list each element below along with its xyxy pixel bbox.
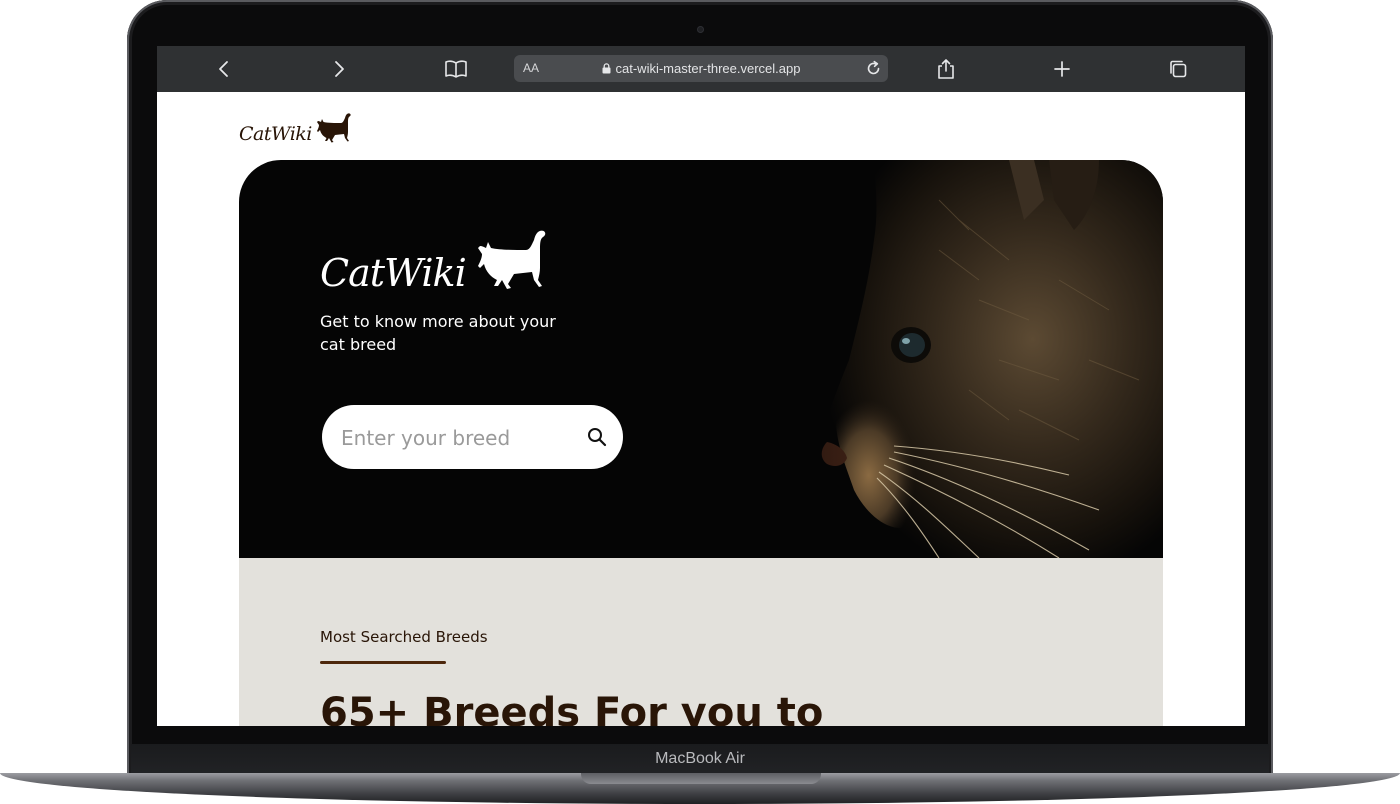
device-label: MacBook Air <box>655 750 745 767</box>
section-underline <box>320 661 446 664</box>
tabs-overview-button[interactable] <box>1163 54 1193 84</box>
cat-silhouette-icon <box>316 113 351 143</box>
most-searched-breeds-section: Most Searched Breeds 65+ Breeds For you … <box>239 558 1163 726</box>
breeds-headline: 65+ Breeds For you to <box>320 690 824 726</box>
cat-silhouette-icon <box>477 230 545 289</box>
bookmarks-button[interactable] <box>441 54 471 84</box>
address-bar[interactable]: AA cat-wiki-master-three.vercel.app <box>514 55 888 82</box>
back-icon <box>219 61 228 77</box>
url-display: cat-wiki-master-three.vercel.app <box>514 61 888 76</box>
tabs-icon <box>1170 60 1187 78</box>
site-logo-text: CatWiki <box>239 123 312 145</box>
breed-search-box <box>322 405 623 469</box>
webcam <box>697 26 704 33</box>
bookmarks-icon <box>445 60 467 78</box>
search-icon <box>588 428 607 447</box>
forward-button[interactable] <box>324 54 354 84</box>
new-tab-icon <box>1054 61 1070 77</box>
share-icon <box>938 59 954 79</box>
hero-logo-text: CatWiki <box>320 251 467 295</box>
share-button[interactable] <box>931 54 961 84</box>
hero-tagline: Get to know more about your cat breed <box>320 312 556 354</box>
lock-icon <box>602 63 611 74</box>
site-logo[interactable]: CatWiki <box>239 108 353 144</box>
hero-logo: CatWiki <box>320 228 550 292</box>
breed-search-input[interactable] <box>339 419 573 457</box>
search-button[interactable] <box>587 427 607 447</box>
hero-section: CatWiki Get to know more about your cat … <box>239 160 1163 558</box>
screen: AA cat-wiki-master-three.vercel.app CatW… <box>157 46 1245 726</box>
url-text: cat-wiki-master-three.vercel.app <box>615 61 801 76</box>
laptop-notch <box>581 773 821 784</box>
web-page: CatWiki CatWiki Get to know more about y… <box>157 92 1245 726</box>
forward-icon <box>335 61 344 77</box>
back-button[interactable] <box>209 54 239 84</box>
reload-button[interactable] <box>865 60 882 82</box>
reload-icon <box>867 60 880 75</box>
cat-photo <box>679 160 1163 558</box>
section-label: Most Searched Breeds <box>320 628 488 646</box>
new-tab-button[interactable] <box>1047 54 1077 84</box>
browser-toolbar: AA cat-wiki-master-three.vercel.app <box>157 46 1245 92</box>
